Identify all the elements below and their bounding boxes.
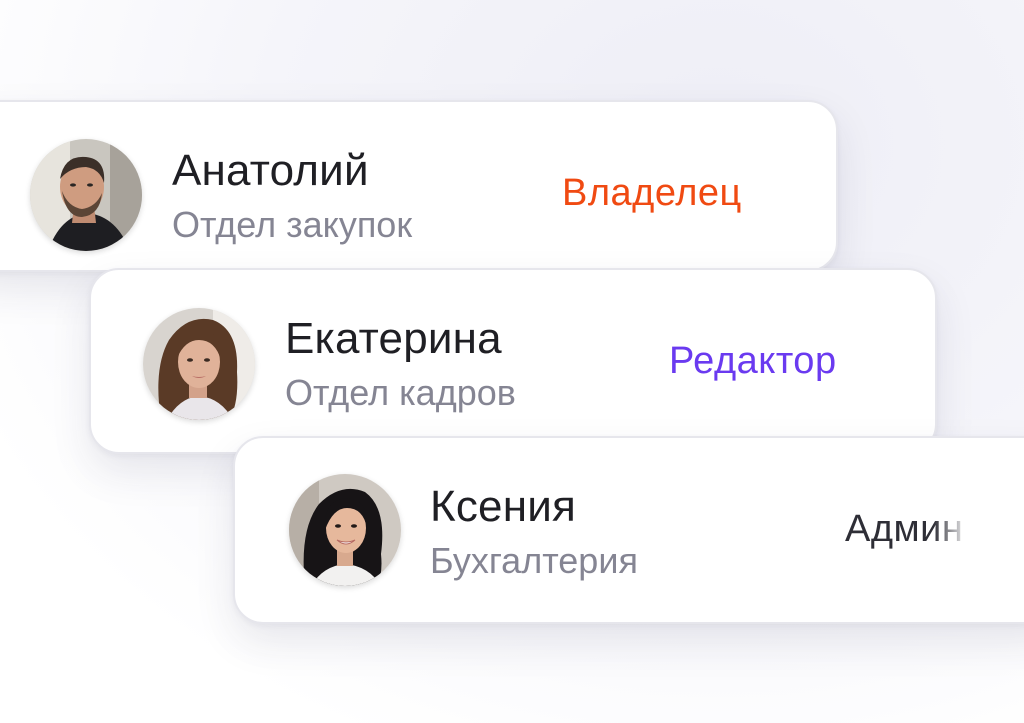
woman-avatar-icon [143, 308, 255, 420]
man-avatar-icon [30, 139, 142, 251]
user-name: Ксения [430, 482, 577, 531]
user-card-ekaterina[interactable]: Екатерина Отдел кадров Редактор [89, 268, 937, 454]
avatar [143, 308, 255, 420]
avatar [289, 474, 401, 586]
user-department: Отдел кадров [285, 372, 516, 413]
user-name: Екатерина [285, 314, 502, 363]
user-role-label[interactable]: Админ [845, 508, 963, 551]
user-department: Бухгалтерия [430, 540, 638, 581]
user-department: Отдел закупок [172, 204, 413, 245]
avatar [30, 139, 142, 251]
user-card-anatoliy[interactable]: Анатолий Отдел закупок Владелец [0, 100, 838, 272]
user-name: Анатолий [172, 146, 369, 195]
woman-avatar-icon [289, 474, 401, 586]
user-role-label[interactable]: Редактор [669, 340, 837, 383]
user-role-label[interactable]: Владелец [562, 172, 742, 215]
user-card-kseniya[interactable]: Ксения Бухгалтерия Админ [233, 436, 1024, 624]
